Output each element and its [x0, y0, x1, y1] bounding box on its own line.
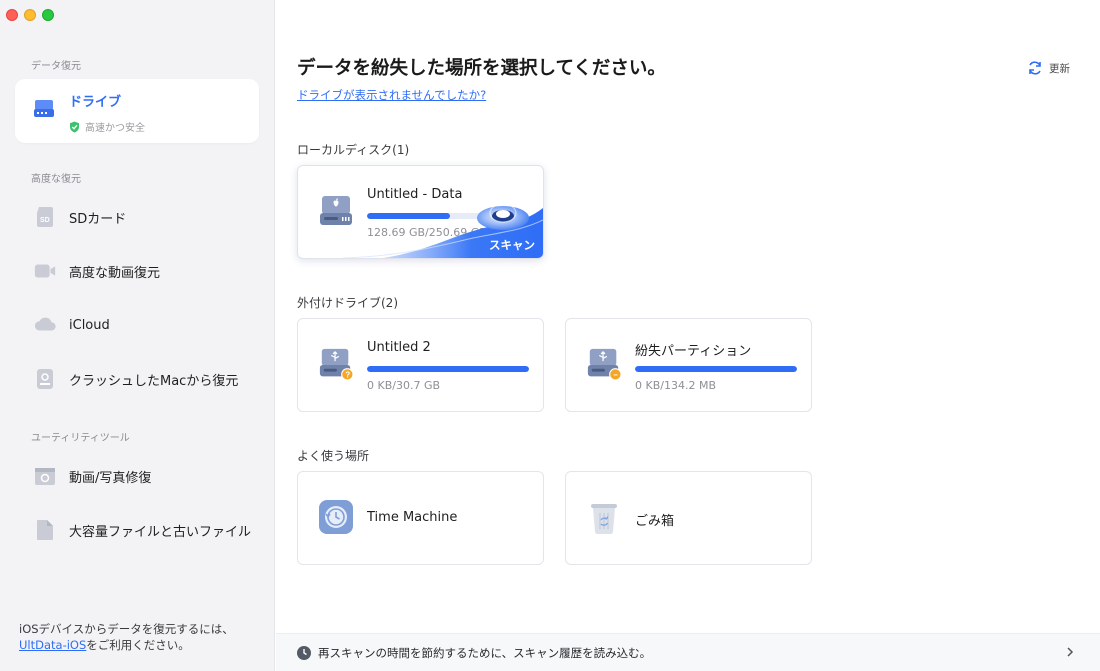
sidebar-item-label: 動画/写真修復 — [69, 467, 151, 486]
hard-drive-icon — [33, 99, 57, 119]
disk-name: Untitled 2 — [367, 340, 431, 355]
frequent-places-label: よく使う場所 — [297, 447, 369, 464]
external-drive-label: 外付けドライブ(2) — [297, 294, 398, 311]
section-label-utility: ユーティリティツール — [31, 429, 130, 444]
disk-usage-bar — [635, 366, 797, 372]
sidebar: データ復元 ドライブ 高速かつ安全 高度な復元 SD SDカード 高度 — [0, 0, 275, 671]
sidebar-item-icloud[interactable]: iCloud — [15, 302, 259, 348]
sidebar-item-sd-card[interactable]: SD SDカード — [15, 194, 259, 240]
cloud-icon — [33, 315, 57, 335]
disk-size: 0 KB/30.7 GB — [367, 379, 440, 392]
place-name: Time Machine — [367, 510, 457, 525]
repair-icon — [33, 466, 57, 486]
ultdata-ios-link[interactable]: UltData-iOS — [19, 638, 86, 652]
file-icon — [33, 520, 57, 540]
section-label-recovery: データ復元 — [31, 57, 81, 72]
refresh-button[interactable]: 更新 — [1027, 60, 1070, 76]
minimize-window-button[interactable] — [24, 9, 36, 21]
disk-card-untitled-2[interactable]: ? Untitled 2 0 KB/30.7 GB — [297, 318, 544, 412]
scan-button[interactable]: スキャン — [489, 237, 535, 253]
time-machine-icon — [318, 499, 354, 535]
sidebar-item-drive[interactable]: ドライブ 高速かつ安全 — [15, 79, 259, 143]
main-panel: データを紛失した場所を選択してください。 ドライブが表示されませんでしたか? 更… — [276, 0, 1100, 671]
video-icon — [33, 261, 57, 281]
drive-badge-text: − — [613, 370, 618, 379]
trash-icon — [586, 499, 622, 535]
disk-card-lost-partition[interactable]: − 紛失パーティション 0 KB/134.2 MB — [565, 318, 812, 412]
sidebar-item-label: ドライブ — [69, 91, 121, 110]
sidebar-item-media-repair[interactable]: 動画/写真修復 — [15, 453, 259, 499]
section-label-advanced: 高度な復元 — [31, 170, 81, 185]
sidebar-item-label: 大容量ファイルと古いファイル — [69, 521, 251, 540]
disk-card-untitled-data[interactable]: Untitled - Data 128.69 GB/250.69 GB — [297, 165, 544, 259]
chevron-right-icon[interactable] — [1066, 646, 1074, 661]
drive-not-shown-link[interactable]: ドライブが表示されませんでしたか? — [297, 87, 486, 103]
close-window-button[interactable] — [6, 9, 18, 21]
sidebar-item-label: iCloud — [69, 318, 110, 333]
scan-history-text: 再スキャンの時間を節約するために、スキャン履歴を読み込む。 — [318, 645, 651, 661]
sidebar-item-label: 高度な動画復元 — [69, 262, 160, 281]
sidebar-item-label: SDカード — [69, 208, 126, 227]
refresh-label: 更新 — [1049, 61, 1070, 76]
sidebar-item-video-recovery[interactable]: 高度な動画復元 — [15, 248, 259, 294]
clock-icon — [296, 645, 312, 661]
ios-note-prefix: iOSデバイスからデータを復元するには、 — [19, 622, 234, 636]
scan-disc-icon — [475, 196, 535, 234]
usb-drive-icon: ? — [318, 346, 354, 382]
svg-text:SD: SD — [40, 217, 50, 224]
disk-name: 紛失パーティション — [635, 340, 751, 359]
place-card-time-machine[interactable]: Time Machine — [297, 471, 544, 565]
disk-usage-fill — [635, 366, 797, 372]
place-name: ごみ箱 — [635, 510, 674, 529]
crashed-mac-icon — [33, 369, 57, 389]
place-card-trash[interactable]: ごみ箱 — [565, 471, 812, 565]
zoom-window-button[interactable] — [42, 9, 54, 21]
drive-subtitle: 高速かつ安全 — [69, 119, 145, 134]
shield-check-icon — [69, 121, 80, 133]
ios-note-suffix: をご利用ください。 — [86, 638, 190, 652]
refresh-icon — [1027, 60, 1043, 76]
sd-card-icon: SD — [33, 207, 57, 227]
sidebar-item-large-old-files[interactable]: 大容量ファイルと古いファイル — [15, 507, 259, 553]
page-title: データを紛失した場所を選択してください。 — [297, 54, 666, 80]
window-controls — [6, 9, 54, 21]
sidebar-item-crashed-mac[interactable]: クラッシュしたMacから復元 — [15, 356, 259, 402]
drive-subtitle-text: 高速かつ安全 — [85, 119, 145, 134]
disk-usage-fill — [367, 366, 529, 372]
ios-note: iOSデバイスからデータを復元するには、 UltData-iOSをご利用ください… — [19, 621, 259, 653]
drive-badge-text: ? — [345, 371, 350, 380]
sidebar-item-label: クラッシュしたMacから復元 — [69, 370, 238, 389]
scan-history-bar[interactable]: 再スキャンの時間を節約するために、スキャン履歴を読み込む。 — [276, 633, 1100, 671]
disk-usage-bar — [367, 366, 529, 372]
usb-drive-icon: − — [586, 346, 622, 382]
disk-size: 0 KB/134.2 MB — [635, 379, 716, 392]
local-disk-label: ローカルディスク(1) — [297, 141, 409, 158]
